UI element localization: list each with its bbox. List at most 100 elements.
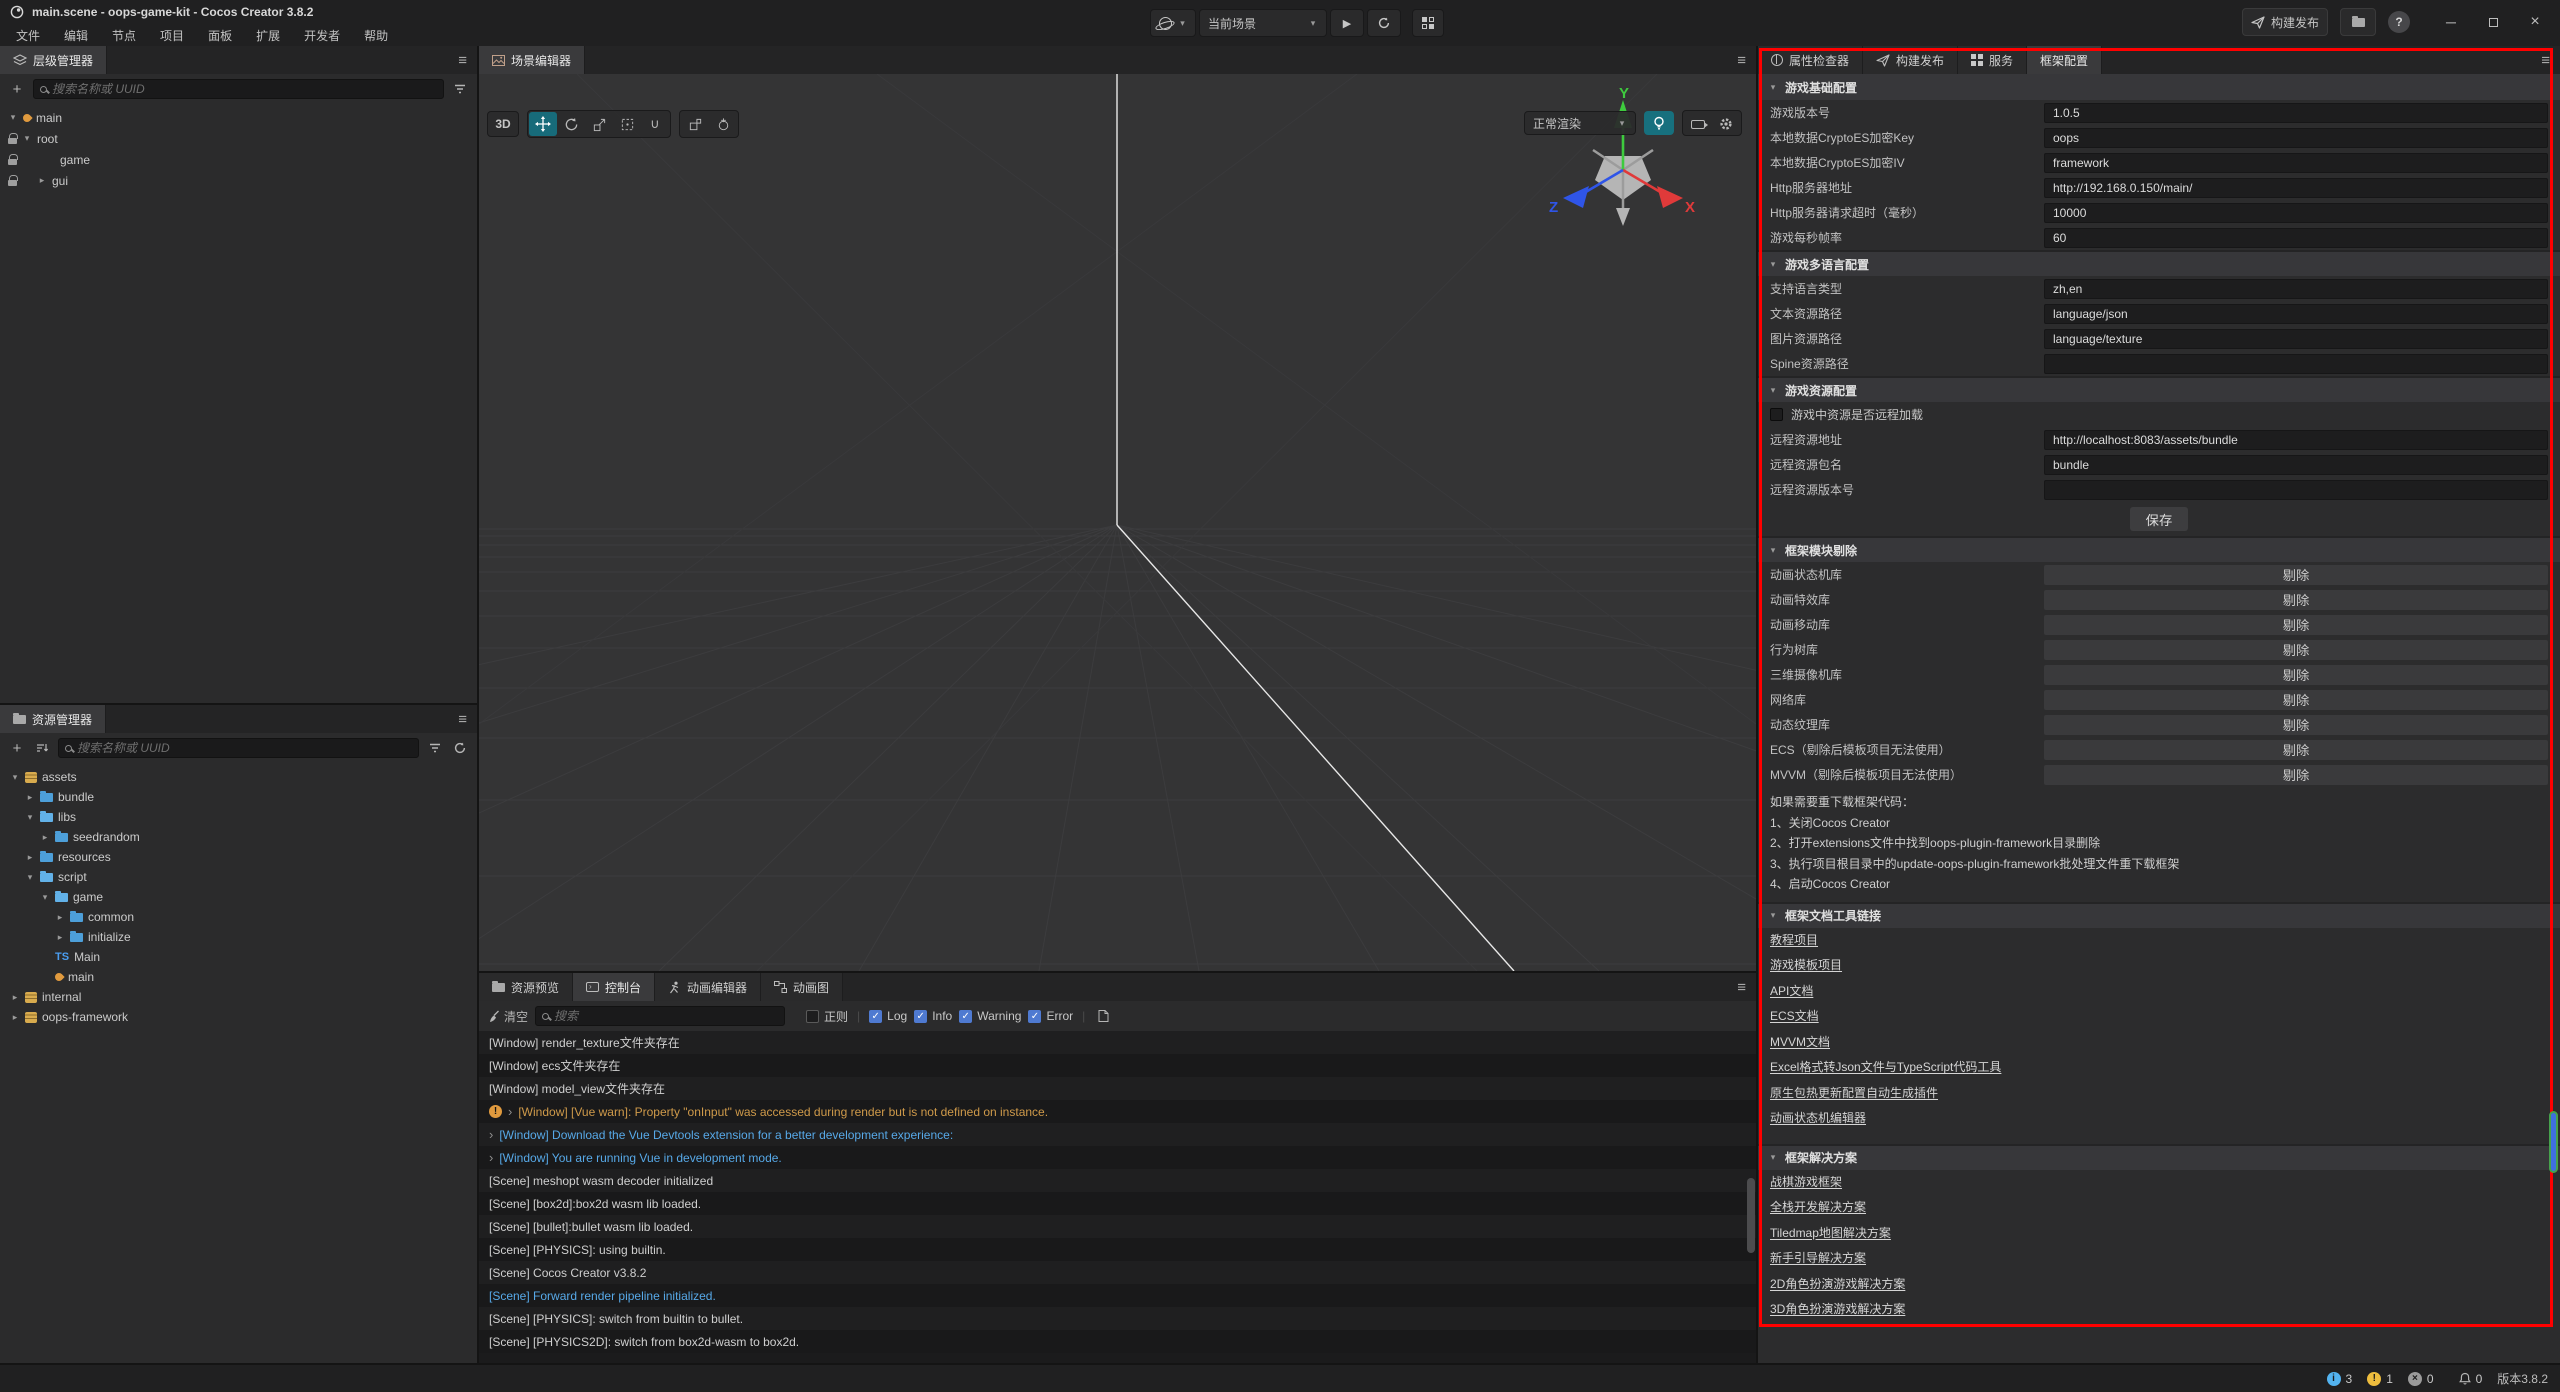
assets-menu-icon[interactable]: ≡ — [448, 711, 477, 728]
log-row[interactable]: [Scene] Cocos Creator v3.8.2 — [479, 1261, 1756, 1284]
camera-settings-button[interactable] — [1684, 112, 1712, 136]
asset-node-resources[interactable]: ▸resources — [0, 847, 477, 867]
link-2d-rpg-solution[interactable]: 2D角色扮演游戏解决方案 — [1770, 1272, 1905, 1298]
link-tiledmap-solution[interactable]: Tiledmap地图解决方案 — [1770, 1221, 1891, 1247]
asset-node-bundle[interactable]: ▸bundle — [0, 787, 477, 807]
tree-node-main[interactable]: ▾main — [0, 107, 477, 128]
asset-node-seedrandom[interactable]: ▸seedrandom — [0, 827, 477, 847]
link-animator-editor[interactable]: 动画状态机编辑器 — [1770, 1106, 1866, 1132]
platform-select[interactable]: ▾ — [1150, 9, 1196, 37]
crypto-iv-input[interactable] — [2044, 153, 2548, 173]
asset-node-initialize[interactable]: ▸initialize — [0, 927, 477, 947]
log-row[interactable]: [Window] ecs文件夹存在 — [479, 1054, 1756, 1077]
section-header-basic[interactable]: ▾游戏基础配置 — [1758, 74, 2560, 100]
remove-dynamic-texture-button[interactable]: 剔除 — [2044, 715, 2548, 735]
section-header-resources[interactable]: ▾游戏资源配置 — [1758, 376, 2560, 402]
scene-settings-button[interactable] — [1712, 112, 1740, 136]
expand-chevron-icon[interactable]: › — [489, 1150, 493, 1165]
link-ecs-docs[interactable]: ECS文档 — [1770, 1004, 1819, 1030]
sort-assets-button[interactable] — [33, 738, 51, 758]
remote-url-input[interactable] — [2044, 430, 2548, 450]
link-guide-solution[interactable]: 新手引导解决方案 — [1770, 1246, 1866, 1272]
section-header-solutions[interactable]: ▾框架解决方案 — [1758, 1144, 2560, 1170]
move-tool-button[interactable] — [529, 112, 557, 136]
section-header-docs[interactable]: ▾框架文档工具链接 — [1758, 902, 2560, 928]
scale-tool-button[interactable] — [585, 112, 613, 136]
lock-icon[interactable] — [8, 180, 17, 186]
window-minimize-button[interactable]: ─ — [2436, 14, 2466, 30]
remove-behavior-tree-button[interactable]: 剔除 — [2044, 640, 2548, 660]
asset-node-internal[interactable]: ▸internal — [0, 987, 477, 1007]
save-button[interactable]: 保存 — [2130, 507, 2188, 531]
remove-network-button[interactable]: 剔除 — [2044, 690, 2548, 710]
tree-node-gui[interactable]: ▸gui — [0, 170, 477, 191]
tab-hierarchy[interactable]: 层级管理器 — [0, 46, 107, 74]
inspector-scrollbar[interactable] — [2549, 1111, 2558, 1173]
asset-node-assets[interactable]: ▾assets — [0, 767, 477, 787]
orientation-gizmo[interactable]: Y X Z — [1545, 86, 1701, 236]
remove-mvvm-button[interactable]: 剔除 — [2044, 765, 2548, 785]
regex-checkbox[interactable]: 正则 — [806, 1008, 848, 1025]
menu-developer[interactable]: 开发者 — [292, 27, 352, 44]
remote-bundle-input[interactable] — [2044, 455, 2548, 475]
tree-node-game[interactable]: game — [0, 149, 477, 170]
preview-options-button[interactable] — [1412, 9, 1444, 37]
add-asset-button[interactable]: + — [8, 738, 26, 758]
text-path-input[interactable] — [2044, 304, 2548, 324]
link-fullstack-solution[interactable]: 全栈开发解决方案 — [1770, 1195, 1866, 1221]
link-mvvm-docs[interactable]: MVVM文档 — [1770, 1030, 1830, 1056]
asset-node-main-scene[interactable]: main — [0, 967, 477, 987]
assets-search-input[interactable] — [58, 738, 419, 758]
log-row[interactable]: [Scene] [PHYSICS]: using builtin. — [479, 1238, 1756, 1261]
asset-node-oops-framework[interactable]: ▸oops-framework — [0, 1007, 477, 1027]
filter-warning-checkbox[interactable]: ✓Warning — [959, 1009, 1021, 1023]
clear-console-button[interactable]: 清空 — [487, 1006, 528, 1026]
texture-path-input[interactable] — [2044, 329, 2548, 349]
log-row[interactable]: [Scene] [PHYSICS]: switch from builtin t… — [479, 1307, 1756, 1330]
remove-camera-button[interactable]: 剔除 — [2044, 665, 2548, 685]
warning-count[interactable]: !1 — [2367, 1372, 2393, 1386]
asset-node-script[interactable]: ▾script — [0, 867, 477, 887]
notification-count[interactable]: 0 — [2459, 1372, 2483, 1386]
scene-menu-icon[interactable]: ≡ — [1727, 52, 1756, 69]
window-close-button[interactable]: × — [2520, 13, 2550, 31]
log-row[interactable]: [Scene] [PHYSICS2D]: switch from box2d-w… — [479, 1330, 1756, 1353]
render-mode-select[interactable]: 正常渲染▾ — [1524, 111, 1636, 135]
log-row-info[interactable]: ›[Window] Download the Vue Devtools exte… — [479, 1123, 1756, 1146]
menu-edit[interactable]: 编辑 — [52, 27, 100, 44]
tab-console[interactable]: ›控制台 — [573, 973, 655, 1001]
open-project-folder-button[interactable] — [2340, 8, 2376, 36]
asset-node-Main[interactable]: TSMain — [0, 947, 477, 967]
menu-help[interactable]: 帮助 — [352, 27, 400, 44]
tab-animation-graph[interactable]: 动画图 — [761, 973, 843, 1001]
menu-project[interactable]: 项目 — [148, 27, 196, 44]
crypto-key-input[interactable] — [2044, 128, 2548, 148]
tab-assets[interactable]: 资源管理器 — [0, 705, 106, 733]
tab-animation-editor[interactable]: 动画编辑器 — [655, 973, 761, 1001]
remote-load-checkbox[interactable]: 游戏中资源是否远程加载 — [1758, 402, 2560, 427]
log-row-info[interactable]: ›[Window] You are running Vue in develop… — [479, 1146, 1756, 1169]
lock-icon[interactable] — [8, 159, 17, 165]
tab-asset-preview[interactable]: 资源预览 — [479, 973, 573, 1001]
log-row-warning[interactable]: !›[Window] [Vue warn]: Property "onInput… — [479, 1100, 1756, 1123]
tab-scene-editor[interactable]: 场景编辑器 — [479, 46, 585, 74]
log-row[interactable]: [Scene] meshopt wasm decoder initialized — [479, 1169, 1756, 1192]
link-tutorial-project[interactable]: 教程项目 — [1770, 928, 1818, 954]
link-api-docs[interactable]: API文档 — [1770, 979, 1813, 1005]
game-version-input[interactable] — [2044, 103, 2548, 123]
assets-filter-button[interactable] — [426, 738, 444, 758]
expand-chevron-icon[interactable]: › — [489, 1127, 493, 1142]
tab-services[interactable]: 服务 — [1958, 46, 2027, 74]
rect-tool-button[interactable] — [613, 112, 641, 136]
remote-version-input[interactable] — [2044, 480, 2548, 500]
link-game-template[interactable]: 游戏模板项目 — [1770, 953, 1842, 979]
http-timeout-input[interactable] — [2044, 203, 2548, 223]
play-button[interactable]: ▶ — [1330, 9, 1364, 37]
help-button[interactable]: ? — [2388, 11, 2410, 33]
error-count[interactable]: ×0 — [2408, 1372, 2434, 1386]
open-log-file-button[interactable] — [1094, 1006, 1112, 1026]
coordinate-toggle-button[interactable] — [709, 112, 737, 136]
log-row[interactable]: [Window] render_texture文件夹存在 — [479, 1031, 1756, 1054]
section-header-i18n[interactable]: ▾游戏多语言配置 — [1758, 250, 2560, 276]
log-row-info[interactable]: [Scene] Forward render pipeline initiali… — [479, 1284, 1756, 1307]
